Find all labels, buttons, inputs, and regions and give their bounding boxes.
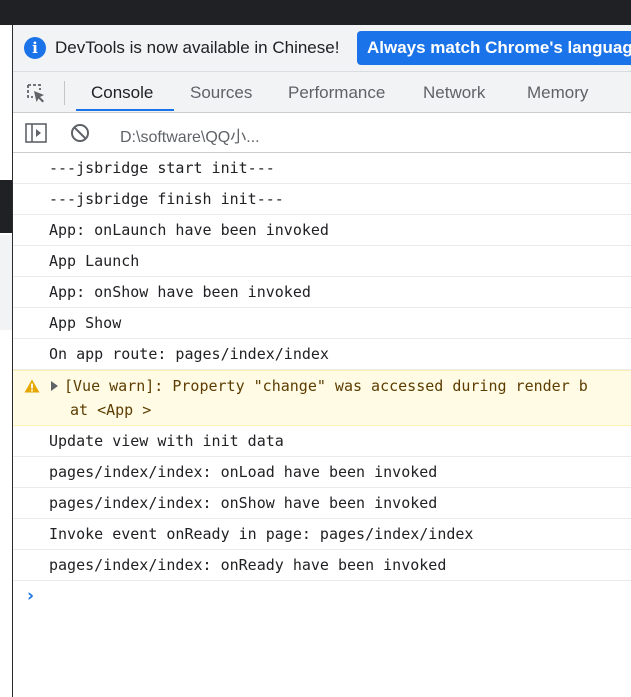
console-log-row: pages/index/index: onReady have been inv… — [13, 550, 631, 581]
tab-separator — [64, 81, 65, 105]
console-log-row: ---jsbridge finish init--- — [13, 184, 631, 215]
console-log-text: App: onLaunch have been invoked — [49, 221, 329, 239]
tab-sources[interactable]: Sources — [190, 83, 252, 103]
active-tab-indicator — [76, 109, 174, 111]
console-log-text: App: onShow have been invoked — [49, 283, 311, 301]
inspect-element-icon[interactable] — [25, 82, 47, 104]
console-log-text: App Show — [49, 314, 122, 332]
warning-component-trace: at <App > — [70, 401, 152, 419]
tab-network[interactable]: Network — [423, 83, 485, 103]
console-prompt[interactable]: › — [13, 581, 631, 611]
console-log-text: ---jsbridge finish init--- — [49, 190, 284, 208]
console-log-row: App: onLaunch have been invoked — [13, 215, 631, 246]
expand-warning-triangle-icon[interactable] — [51, 381, 58, 391]
tab-console[interactable]: Console — [91, 83, 153, 103]
execution-context-selector[interactable]: D:\software\QQ小... — [120, 123, 260, 147]
show-sidebar-icon[interactable] — [25, 123, 47, 143]
console-log-text: ---jsbridge start init--- — [49, 159, 275, 177]
browser-top-bar — [0, 0, 631, 25]
console-log-text: Invoke event onReady in page: pages/inde… — [49, 525, 474, 543]
console-log-text: pages/index/index: onLoad have been invo… — [49, 463, 438, 481]
console-log-text: Update view with init data — [49, 432, 284, 450]
tab-performance[interactable]: Performance — [288, 83, 385, 103]
console-log-row: pages/index/index: onShow have been invo… — [13, 488, 631, 519]
page-gray-block — [0, 235, 12, 330]
console-log-row: On app route: pages/index/index — [13, 339, 631, 370]
console-messages: ---jsbridge start init--- ---jsbridge fi… — [13, 153, 631, 611]
console-log-row: App: onShow have been invoked — [13, 277, 631, 308]
language-infobar: i DevTools is now available in Chinese! … — [13, 25, 631, 72]
console-log-text: pages/index/index: onShow have been invo… — [49, 494, 438, 512]
clear-console-icon[interactable] — [70, 123, 90, 143]
console-log-text: pages/index/index: onReady have been inv… — [49, 556, 447, 574]
devtools-tab-bar: Console Sources Performance Network Memo… — [13, 72, 631, 113]
console-log-row: App Launch — [13, 246, 631, 277]
console-log-row: App Show — [13, 308, 631, 339]
infobar-message: DevTools is now available in Chinese! — [55, 38, 340, 57]
devtools-panel: i DevTools is now available in Chinese! … — [13, 25, 631, 697]
warning-icon — [24, 379, 40, 393]
always-match-language-button[interactable]: Always match Chrome's language — [357, 31, 631, 65]
page-behind-devtools — [0, 25, 13, 697]
console-warning-row[interactable]: [Vue warn]: Property "change" was access… — [13, 370, 631, 426]
console-log-row: ---jsbridge start init--- — [13, 153, 631, 184]
page-dark-block — [0, 180, 12, 233]
console-toolbar: D:\software\QQ小... — [13, 113, 631, 153]
console-log-row: Invoke event onReady in page: pages/inde… — [13, 519, 631, 550]
tab-memory[interactable]: Memory — [527, 83, 588, 103]
console-log-text: App Launch — [49, 252, 140, 270]
console-log-row: Update view with init data — [13, 426, 631, 457]
warning-text: [Vue warn]: Property "change" was access… — [64, 377, 588, 395]
info-icon: i — [24, 37, 46, 59]
console-log-row: pages/index/index: onLoad have been invo… — [13, 457, 631, 488]
console-log-text: On app route: pages/index/index — [49, 345, 329, 363]
prompt-chevron-icon: › — [27, 586, 35, 606]
